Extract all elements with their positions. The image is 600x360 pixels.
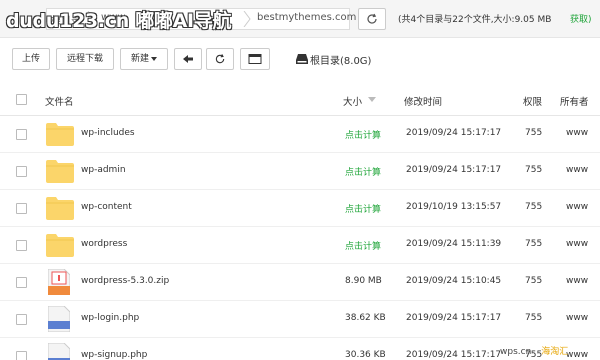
new-button-label: 新建 bbox=[130, 54, 149, 64]
permission[interactable]: 755 bbox=[525, 165, 542, 175]
row-checkbox[interactable] bbox=[16, 314, 27, 325]
row-checkbox[interactable] bbox=[16, 277, 27, 288]
size-calc-link[interactable]: 点击计算 bbox=[345, 202, 381, 215]
owner[interactable]: www bbox=[566, 165, 588, 175]
row-checkbox[interactable] bbox=[16, 166, 27, 177]
owner[interactable]: www bbox=[566, 202, 588, 212]
file-name[interactable]: wp-signup.php bbox=[81, 350, 147, 360]
table-row[interactable]: wp-login.php 38.62 KB 2019/09/24 15:17:1… bbox=[0, 301, 600, 338]
header-modified[interactable]: 修改时间 bbox=[404, 94, 442, 108]
refresh-icon bbox=[215, 54, 225, 64]
upload-button[interactable]: 上传 bbox=[12, 48, 50, 70]
breadcrumb-separator-icon bbox=[243, 11, 251, 27]
permission[interactable]: 755 bbox=[525, 276, 542, 286]
header-owner[interactable]: 所有者 bbox=[560, 94, 589, 108]
table-row[interactable]: wordpress-5.3.0.zip 8.90 MB 2019/09/24 1… bbox=[0, 264, 600, 301]
owner[interactable]: www bbox=[566, 313, 588, 323]
terminal-button[interactable] bbox=[240, 48, 270, 70]
modified-time: 2019/09/24 15:17:17 bbox=[406, 165, 502, 175]
file-name[interactable]: wp-admin bbox=[81, 165, 126, 175]
owner[interactable]: www bbox=[566, 239, 588, 249]
table-row[interactable]: wordpress 点击计算 2019/09/24 15:11:39 755 w… bbox=[0, 227, 600, 264]
php-file-icon bbox=[48, 343, 70, 360]
table-header: 文件名 大小 修改时间 权限 所有者 bbox=[0, 84, 600, 116]
remote-download-button[interactable]: 远程下载 bbox=[56, 48, 114, 70]
file-size: 30.36 KB bbox=[345, 350, 386, 360]
owner[interactable]: www bbox=[566, 276, 588, 286]
row-checkbox[interactable] bbox=[16, 203, 27, 214]
folder-icon bbox=[46, 160, 74, 183]
get-size-link[interactable]: 获取) bbox=[570, 12, 592, 25]
row-checkbox[interactable] bbox=[16, 351, 27, 360]
new-dropdown-button[interactable]: 新建 bbox=[120, 48, 168, 70]
size-calc-link[interactable]: 点击计算 bbox=[345, 128, 381, 141]
size-calc-link[interactable]: 点击计算 bbox=[345, 239, 381, 252]
modified-time: 2019/09/24 15:10:45 bbox=[406, 276, 502, 286]
directory-summary: (共4个目录与22个文件,大小:9.05 MB bbox=[398, 15, 552, 25]
file-name[interactable]: wordpress-5.3.0.zip bbox=[81, 276, 169, 286]
footer-watermark-left: wps.cn bbox=[500, 347, 532, 357]
refresh-icon bbox=[367, 13, 377, 24]
modified-time: 2019/09/24 15:17:17 bbox=[406, 350, 502, 360]
modified-time: 2019/09/24 15:17:17 bbox=[406, 313, 502, 323]
terminal-window-icon bbox=[248, 54, 262, 64]
permission[interactable]: 755 bbox=[525, 239, 542, 249]
modified-time: 2019/10/19 13:15:57 bbox=[406, 202, 502, 212]
table-row[interactable]: wp-includes 点击计算 2019/09/24 15:17:17 755… bbox=[0, 116, 600, 153]
file-name[interactable]: wp-login.php bbox=[81, 313, 139, 323]
permission[interactable]: 755 bbox=[525, 202, 542, 212]
zip-file-icon bbox=[48, 269, 70, 295]
owner[interactable]: www bbox=[566, 350, 588, 360]
file-size: 8.90 MB bbox=[345, 276, 382, 286]
sort-down-icon[interactable] bbox=[368, 97, 376, 102]
caret-down-icon bbox=[151, 56, 157, 61]
file-name[interactable]: wp-includes bbox=[81, 128, 135, 138]
select-all-checkbox[interactable] bbox=[16, 94, 27, 105]
folder-icon bbox=[46, 123, 74, 146]
footer-watermark: wps.cn 海淘汇 bbox=[500, 344, 568, 357]
breadcrumb-site[interactable]: bestmythemes.com bbox=[257, 12, 356, 23]
file-size: 38.62 KB bbox=[345, 313, 386, 323]
permission[interactable]: 755 bbox=[525, 313, 542, 323]
disk-icon bbox=[296, 54, 308, 64]
php-file-icon bbox=[48, 306, 70, 332]
size-calc-link[interactable]: 点击计算 bbox=[345, 165, 381, 178]
watermark-logo: dudu123.cn 嘟嘟AI导航 bbox=[6, 10, 232, 32]
modified-time: 2019/09/24 15:17:17 bbox=[406, 128, 502, 138]
row-checkbox[interactable] bbox=[16, 240, 27, 251]
file-name[interactable]: wordpress bbox=[81, 239, 127, 249]
file-name[interactable]: wp-content bbox=[81, 202, 132, 212]
header-filename[interactable]: 文件名 bbox=[45, 94, 74, 108]
root-info-label: 根目录(8.0G) bbox=[310, 56, 372, 67]
table-row[interactable]: wp-admin 点击计算 2019/09/24 15:17:17 755 ww… bbox=[0, 153, 600, 190]
modified-time: 2019/09/24 15:11:39 bbox=[406, 239, 502, 249]
row-checkbox[interactable] bbox=[16, 129, 27, 140]
folder-icon bbox=[46, 197, 74, 220]
arrow-left-icon bbox=[183, 55, 193, 63]
path-refresh-button[interactable] bbox=[358, 8, 386, 30]
toolbar: 上传 远程下载 新建 根目录(8.0G) bbox=[0, 46, 600, 74]
back-button[interactable] bbox=[174, 48, 202, 70]
header-permission[interactable]: 权限 bbox=[523, 94, 542, 108]
header-size[interactable]: 大小 bbox=[343, 94, 362, 108]
folder-icon bbox=[46, 234, 74, 257]
permission[interactable]: 755 bbox=[525, 128, 542, 138]
table-row[interactable]: wp-content 点击计算 2019/10/19 13:15:57 755 … bbox=[0, 190, 600, 227]
owner[interactable]: www bbox=[566, 128, 588, 138]
refresh-button[interactable] bbox=[206, 48, 234, 70]
footer-watermark-right: 海淘汇 bbox=[541, 347, 569, 357]
